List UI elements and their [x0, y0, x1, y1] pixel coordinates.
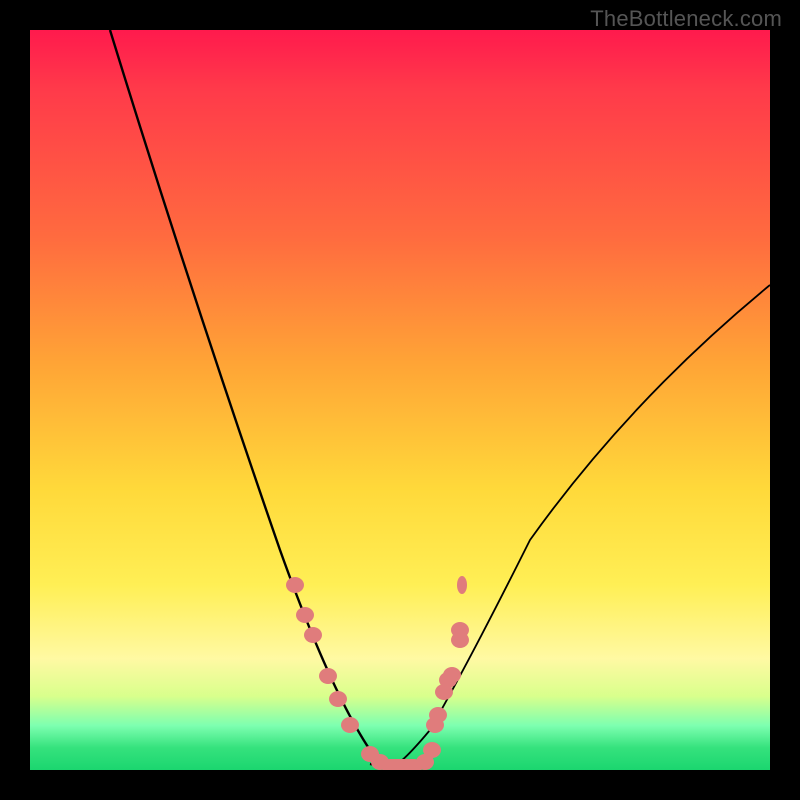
curve-layer: [30, 30, 770, 770]
watermark-label: TheBottleneck.com: [590, 6, 782, 32]
markers-trough: [361, 742, 441, 770]
plot-area: [30, 30, 770, 770]
markers-left: [286, 577, 359, 733]
chart-frame: TheBottleneck.com: [0, 0, 800, 800]
markers-right: [426, 576, 469, 733]
curve-left: [110, 30, 390, 768]
